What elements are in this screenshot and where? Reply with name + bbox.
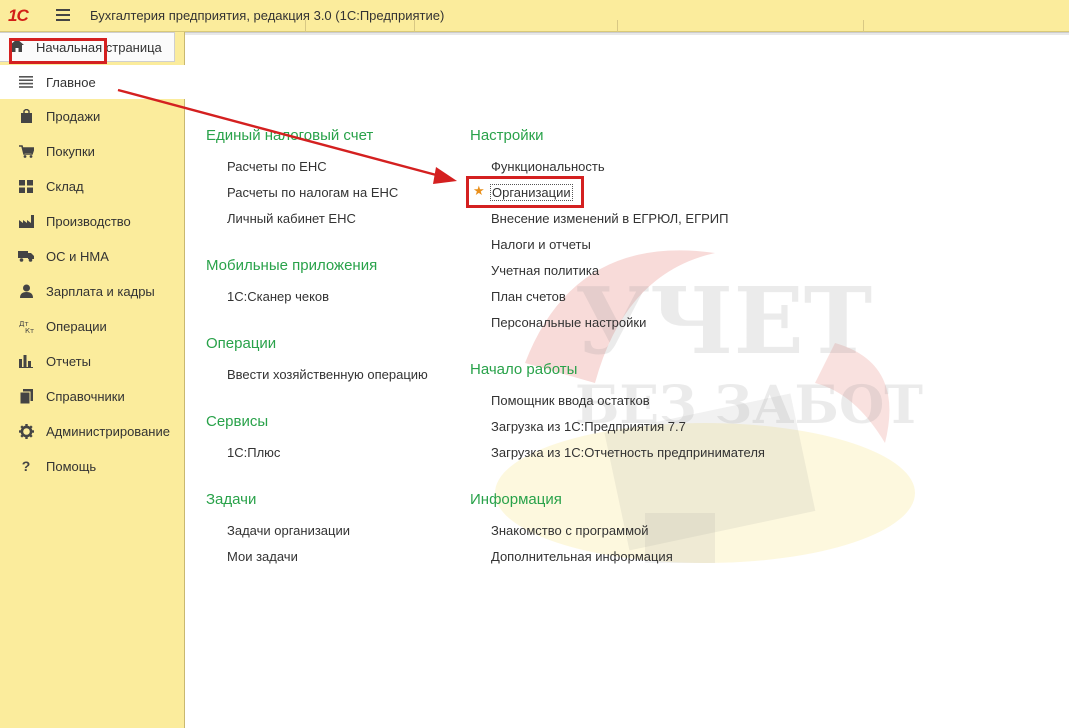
link-ens-tax-settlements[interactable]: Расчеты по налогам на ЕНС <box>227 185 398 200</box>
link-egrul-changes[interactable]: Внесение изменений в ЕГРЮЛ, ЕГРИП <box>491 211 728 226</box>
sidebar-item-directories[interactable]: Справочники <box>0 379 185 413</box>
question-icon: ? <box>21 458 31 474</box>
gear-icon <box>18 423 34 439</box>
sections-sidebar: Начальная страница Главное Продажи Покуп… <box>0 32 185 728</box>
bar-chart-icon <box>18 353 34 369</box>
link-personal-settings[interactable]: Персональные настройки <box>491 315 646 330</box>
link-additional-info[interactable]: Дополнительная информация <box>491 549 673 564</box>
svg-text:Кт: Кт <box>25 327 34 333</box>
link-taxes-reports[interactable]: Налоги и отчеты <box>491 237 591 252</box>
1c-logo: 1С <box>8 6 29 25</box>
main-content: УЧЕТ БЕЗ ЗАБОТ Единый налоговый счет Рас… <box>185 32 1069 728</box>
sidebar-item-label: Продажи <box>46 108 101 124</box>
tab-separator <box>414 20 415 32</box>
group-title-operations: Операции <box>206 335 277 352</box>
link-import-entrepreneur[interactable]: Загрузка из 1С:Отчетность предпринимател… <box>491 445 765 460</box>
link-my-tasks[interactable]: Мои задачи <box>227 549 298 564</box>
tab-separator <box>863 20 864 32</box>
home-page-label: Начальная страница <box>36 39 162 55</box>
link-functionality[interactable]: Функциональность <box>491 159 605 174</box>
sidebar-item-administration[interactable]: Администрирование <box>0 414 185 448</box>
sidebar-item-label: Операции <box>46 318 107 334</box>
group-title-getting-started: Начало работы <box>470 361 578 378</box>
cart-icon <box>18 143 34 159</box>
link-enter-operation[interactable]: Ввести хозяйственную операцию <box>227 367 428 382</box>
link-accounting-policy[interactable]: Учетная политика <box>491 263 599 278</box>
sidebar-item-sales[interactable]: Продажи <box>0 99 185 133</box>
factory-icon <box>18 213 34 229</box>
menu-lines-icon <box>18 74 34 90</box>
content-top-border <box>185 33 1069 35</box>
favorite-star-icon[interactable]: ★ <box>473 183 485 199</box>
books-icon <box>18 388 34 404</box>
truck-icon <box>18 248 34 264</box>
group-title-settings: Настройки <box>470 127 544 144</box>
tab-separator <box>617 20 618 32</box>
sidebar-item-operations[interactable]: Дт Кт Операции <box>0 309 185 343</box>
sidebar-item-label: Производство <box>46 213 131 229</box>
sidebar-item-fixed-assets[interactable]: ОС и НМА <box>0 239 185 273</box>
shopping-bag-icon <box>18 108 34 124</box>
link-org-tasks[interactable]: Задачи организации <box>227 523 350 538</box>
sidebar-item-purchases[interactable]: Покупки <box>0 134 185 168</box>
group-title-mobile-apps: Мобильные приложения <box>206 257 378 274</box>
link-chart-of-accounts[interactable]: План счетов <box>491 289 566 304</box>
link-1c-plus[interactable]: 1С:Плюс <box>227 445 280 460</box>
sidebar-item-main[interactable]: Главное <box>0 65 185 99</box>
link-receipt-scanner[interactable]: 1С:Сканер чеков <box>227 289 329 304</box>
link-ens-settlements[interactable]: Расчеты по ЕНС <box>227 159 327 174</box>
group-title-tasks: Задачи <box>206 491 257 508</box>
group-title-services: Сервисы <box>206 413 269 430</box>
sidebar-item-label: Главное <box>46 74 96 90</box>
link-ens-cabinet[interactable]: Личный кабинет ЕНС <box>227 211 356 226</box>
sidebar-item-label: ОС и НМА <box>46 248 109 264</box>
sidebar-item-salary[interactable]: Зарплата и кадры <box>0 274 185 308</box>
link-intro-program[interactable]: Знакомство с программой <box>491 523 649 538</box>
house-icon <box>10 39 24 55</box>
sidebar-item-label: Покупки <box>46 143 95 159</box>
sidebar-item-production[interactable]: Производство <box>0 204 185 238</box>
sidebar-item-label: Склад <box>46 178 84 194</box>
link-opening-balances[interactable]: Помощник ввода остатков <box>491 393 650 408</box>
group-title-ens: Единый налоговый счет <box>206 127 374 144</box>
tab-separator <box>305 20 306 32</box>
title-bar: 1С Бухгалтерия предприятия, редакция 3.0… <box>0 0 1069 32</box>
group-title-information: Информация <box>470 491 562 508</box>
app-title: Бухгалтерия предприятия, редакция 3.0 (1… <box>90 8 445 23</box>
sidebar-item-label: Помощь <box>46 458 97 474</box>
home-page-button[interactable]: Начальная страница <box>0 32 175 62</box>
sidebar-item-reports[interactable]: Отчеты <box>0 344 185 378</box>
warehouse-grid-icon <box>18 178 34 194</box>
sidebar-item-label: Отчеты <box>46 353 91 369</box>
sidebar-item-warehouse[interactable]: Склад <box>0 169 185 203</box>
sidebar-item-help[interactable]: ? Помощь <box>0 449 185 483</box>
person-icon <box>18 283 34 299</box>
link-import-77[interactable]: Загрузка из 1С:Предприятия 7.7 <box>491 419 686 434</box>
main-menu-icon[interactable] <box>56 9 70 23</box>
debit-credit-icon: Дт Кт <box>18 318 34 334</box>
sidebar-item-label: Зарплата и кадры <box>46 283 155 299</box>
sidebar-item-label: Справочники <box>46 388 125 404</box>
link-organizations[interactable]: Организации <box>490 184 573 201</box>
sidebar-item-label: Администрирование <box>46 423 170 439</box>
